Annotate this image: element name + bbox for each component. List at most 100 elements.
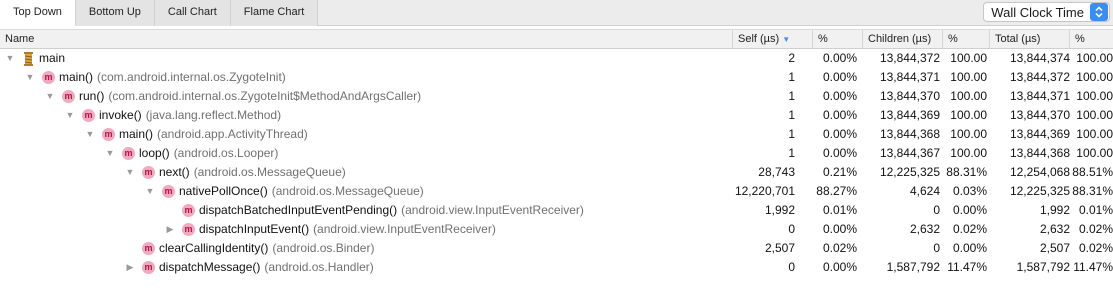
method-name: dispatchBatchedInputEventPending()	[199, 203, 398, 217]
clock-type-select[interactable]: Wall Clock Time	[983, 2, 1110, 22]
table-row[interactable]: ▼ m nativePollOnce() (android.os.MessageQue…	[0, 182, 1113, 201]
table-row[interactable]: ▼ m next() (android.os.MessageQueue) 28,743 0…	[0, 163, 1113, 182]
method-name: next()	[159, 165, 190, 179]
method-name: loop()	[139, 146, 170, 160]
select-arrows-icon	[1090, 3, 1108, 21]
method-class: (android.os.MessageQueue)	[271, 184, 424, 198]
self-time: 1	[788, 146, 795, 160]
column-header-self[interactable]: Self (µs) ▼	[733, 30, 813, 48]
tab-bottom-up[interactable]: Bottom Up	[75, 0, 155, 26]
total-percent: 100.00	[1076, 89, 1113, 103]
total-time: 1,992	[1039, 203, 1070, 217]
method-name: invoke()	[99, 108, 142, 122]
column-header-children[interactable]: Children (µs)	[863, 30, 943, 48]
table-row[interactable]: ▼ m run() (com.android.internal.os.ZygoteIn…	[0, 87, 1113, 106]
tab-flame-chart[interactable]: Flame Chart	[230, 0, 319, 26]
method-name: dispatchMessage()	[159, 260, 261, 274]
total-percent: 100.00	[1076, 146, 1113, 160]
collapse-arrow-icon[interactable]: ▼	[104, 144, 116, 163]
total-percent: 100.00	[1076, 51, 1113, 65]
total-percent: 0.02%	[1078, 241, 1113, 255]
column-header-name[interactable]: Name	[0, 30, 733, 48]
self-percent: 0.00%	[822, 89, 857, 103]
table-row[interactable]: ▶ m dispatchMessage() (android.os.Handler) 0…	[0, 258, 1113, 277]
table-row[interactable]: ▼ m loop() (android.os.Looper) 1 0.00% 13,844,…	[0, 144, 1113, 163]
children-time: 13,844,370	[879, 89, 940, 103]
table-row[interactable]: ▶ m dispatchInputEvent() (android.view.Inpu…	[0, 220, 1113, 239]
method-icon: m	[142, 242, 155, 255]
method-icon: m	[82, 109, 95, 122]
self-percent: 88.27%	[816, 184, 857, 198]
self-percent: 0.00%	[822, 70, 857, 84]
collapse-arrow-icon[interactable]: ▼	[144, 182, 156, 201]
column-header-total-percent[interactable]: %	[1070, 30, 1113, 48]
children-time: 13,844,367	[879, 146, 940, 160]
method-name-cell: ▼ m invoke() (java.lang.reflect.Method)	[64, 106, 281, 125]
total-percent: 88.31%	[1072, 184, 1113, 198]
total-time: 12,225,325	[1009, 184, 1070, 198]
children-time: 12,225,325	[879, 165, 940, 179]
children-percent: 100.00	[950, 108, 987, 122]
table-row[interactable]: ▼ m main() (com.android.internal.os.ZygoteI…	[0, 68, 1113, 87]
children-percent: 11.47%	[947, 260, 987, 274]
total-percent: 11.47%	[1073, 260, 1113, 274]
total-time: 12,254,068	[1009, 165, 1070, 179]
self-percent: 0.00%	[822, 260, 857, 274]
self-time: 2	[788, 51, 795, 65]
self-percent: 0.00%	[822, 146, 857, 160]
total-percent: 88.51%	[1072, 165, 1113, 179]
method-name: nativePollOnce()	[179, 184, 268, 198]
tab-call-chart[interactable]: Call Chart	[154, 0, 231, 26]
children-percent: 100.00	[950, 127, 987, 141]
expand-arrow-icon[interactable]: ▶	[164, 220, 176, 239]
total-percent: 0.02%	[1078, 222, 1113, 236]
toolbar: Top Down Bottom Up Call Chart Flame Char…	[0, 0, 1113, 26]
method-name-cell: ▼ main	[4, 49, 65, 68]
self-time: 0	[788, 260, 795, 274]
table-row[interactable]: ▼ m invoke() (java.lang.reflect.Method) 1 0.0…	[0, 106, 1113, 125]
table-row[interactable]: ▼ m main() (android.app.ActivityThread) 1 0.0…	[0, 125, 1113, 144]
method-class: (com.android.internal.os.ZygoteInit$Meth…	[108, 89, 422, 103]
collapse-arrow-icon[interactable]: ▼	[24, 68, 36, 87]
clock-type-value: Wall Clock Time	[991, 4, 1084, 20]
self-time: 1	[788, 108, 795, 122]
self-percent: 0.02%	[822, 241, 857, 255]
table-row[interactable]: m dispatchBatchedInputEventPending() (andr…	[0, 201, 1113, 220]
table-row[interactable]: m clearCallingIdentity() (android.os.Binde…	[0, 239, 1113, 258]
method-icon: m	[142, 261, 155, 274]
method-name: main()	[119, 127, 154, 141]
expand-arrow-icon[interactable]: ▶	[124, 258, 136, 277]
total-percent: 0.01%	[1078, 203, 1113, 217]
method-name-cell: ▼ m loop() (android.os.Looper)	[104, 144, 278, 163]
collapse-arrow-icon[interactable]: ▼	[44, 87, 56, 106]
collapse-arrow-icon[interactable]: ▼	[84, 125, 96, 144]
method-name: main()	[59, 70, 94, 84]
method-name: clearCallingIdentity()	[159, 241, 269, 255]
children-percent: 88.31%	[946, 165, 987, 179]
column-header-children-percent[interactable]: %	[943, 30, 990, 48]
total-percent: 100.00	[1076, 127, 1113, 141]
self-percent: 0.00%	[822, 127, 857, 141]
column-header-total[interactable]: Total (µs)	[990, 30, 1070, 48]
sort-descending-icon: ▼	[782, 35, 791, 44]
total-time: 13,844,369	[1009, 127, 1070, 141]
self-time: 1,992	[764, 203, 795, 217]
children-time: 4,624	[909, 184, 940, 198]
tab-top-down[interactable]: Top Down	[0, 0, 76, 26]
collapse-arrow-icon[interactable]: ▼	[124, 163, 136, 182]
total-time: 13,844,372	[1009, 70, 1070, 84]
self-time: 2,507	[764, 241, 795, 255]
column-header-self-percent[interactable]: %	[813, 30, 863, 48]
method-icon: m	[182, 204, 195, 217]
collapse-arrow-icon[interactable]: ▼	[64, 106, 76, 125]
self-percent: 0.01%	[822, 203, 857, 217]
thread-icon	[24, 51, 33, 66]
method-class: (android.os.Handler)	[264, 260, 374, 274]
children-time: 0	[933, 203, 940, 217]
method-name-cell: ▼ m nativePollOnce() (android.os.MessageQue…	[144, 182, 424, 201]
children-percent: 100.00	[950, 89, 987, 103]
method-icon: m	[182, 223, 195, 236]
table-row[interactable]: ▼ main 2 0.00% 13,844,372 100.00 13,844,374 100…	[0, 49, 1113, 68]
collapse-arrow-icon[interactable]: ▼	[4, 49, 16, 68]
self-percent: 0.00%	[822, 51, 857, 65]
